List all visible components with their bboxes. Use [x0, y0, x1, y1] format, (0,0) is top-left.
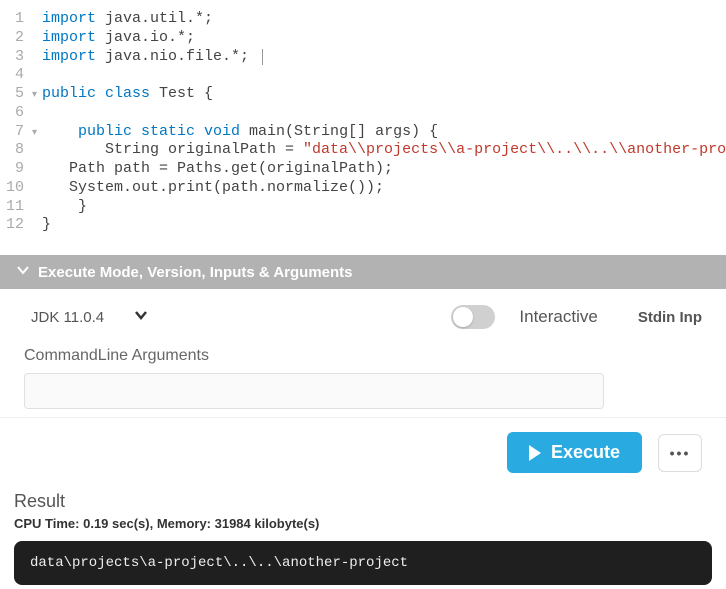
toggle-knob — [453, 307, 473, 327]
code-line[interactable]: 8 String originalPath = "data\\projects\… — [0, 141, 726, 160]
jdk-version-label: JDK 11.0.4 — [31, 309, 104, 326]
line-number: 3 — [0, 48, 42, 67]
chevron-down-icon — [134, 308, 148, 326]
line-number: 8 — [0, 141, 42, 160]
cmdline-label: CommandLine Arguments — [24, 347, 702, 365]
settings-body: JDK 11.0.4 Interactive Stdin Inp Command… — [0, 289, 726, 418]
result-title: Result — [14, 491, 712, 512]
code-content: String originalPath = "data\\projects\\a… — [42, 141, 726, 160]
code-line[interactable]: 10 System.out.print(path.normalize()); — [0, 179, 726, 198]
dots-icon: ••• — [670, 445, 691, 461]
code-line[interactable]: 11 } — [0, 198, 726, 217]
code-line[interactable]: 9 Path path = Paths.get(originalPath); — [0, 160, 726, 179]
line-number: 6 — [0, 104, 42, 123]
code-content: } — [42, 216, 51, 235]
more-button[interactable]: ••• — [658, 434, 702, 472]
action-row: Execute ••• — [0, 418, 726, 487]
interactive-toggle[interactable] — [451, 305, 495, 329]
code-line[interactable]: 5▾public class Test { — [0, 85, 726, 104]
panel-title: Execute Mode, Version, Inputs & Argument… — [38, 264, 353, 281]
console-output: data\projects\a-project\..\..\another-pr… — [14, 541, 712, 585]
execute-button-label: Execute — [551, 442, 620, 463]
line-number: 10 — [0, 179, 42, 198]
code-line[interactable]: 4 — [0, 66, 726, 85]
stdin-label: Stdin Inp — [638, 309, 702, 326]
text-cursor — [262, 49, 263, 65]
chevron-down-icon — [16, 263, 30, 281]
interactive-label: Interactive — [519, 307, 597, 327]
line-number: 12 — [0, 216, 42, 235]
result-meta: CPU Time: 0.19 sec(s), Memory: 31984 kil… — [14, 516, 712, 531]
code-content: import java.util.*; — [42, 10, 213, 29]
line-number: 9 — [0, 160, 42, 179]
jdk-version-select[interactable]: JDK 11.0.4 — [24, 303, 155, 331]
code-line[interactable]: 12} — [0, 216, 726, 235]
code-content: Path path = Paths.get(originalPath); — [42, 160, 393, 179]
code-line[interactable]: 3import java.nio.file.*; — [0, 48, 726, 67]
line-number: 2 — [0, 29, 42, 48]
line-number: 4 — [0, 66, 42, 85]
code-line[interactable]: 6 — [0, 104, 726, 123]
line-number: 11 — [0, 198, 42, 217]
execute-panel-header[interactable]: Execute Mode, Version, Inputs & Argument… — [0, 255, 726, 289]
code-content: ▾public class Test { — [42, 85, 213, 104]
code-content: } — [42, 198, 87, 217]
code-content: import java.io.*; — [42, 29, 195, 48]
code-line[interactable]: 2import java.io.*; — [0, 29, 726, 48]
code-editor[interactable]: 1import java.util.*;2import java.io.*;3i… — [0, 0, 726, 255]
code-content: System.out.print(path.normalize()); — [42, 179, 384, 198]
fold-marker-icon[interactable]: ▾ — [32, 128, 42, 141]
code-line[interactable]: 1import java.util.*; — [0, 10, 726, 29]
code-content: ▾ public static void main(String[] args)… — [42, 123, 438, 142]
fold-marker-icon[interactable]: ▾ — [32, 90, 42, 103]
play-icon — [529, 445, 541, 461]
code-content: import java.nio.file.*; — [42, 48, 263, 67]
code-line[interactable]: 7▾ public static void main(String[] args… — [0, 123, 726, 142]
execute-button[interactable]: Execute — [507, 432, 642, 473]
cmdline-input[interactable] — [24, 373, 604, 409]
line-number: 1 — [0, 10, 42, 29]
